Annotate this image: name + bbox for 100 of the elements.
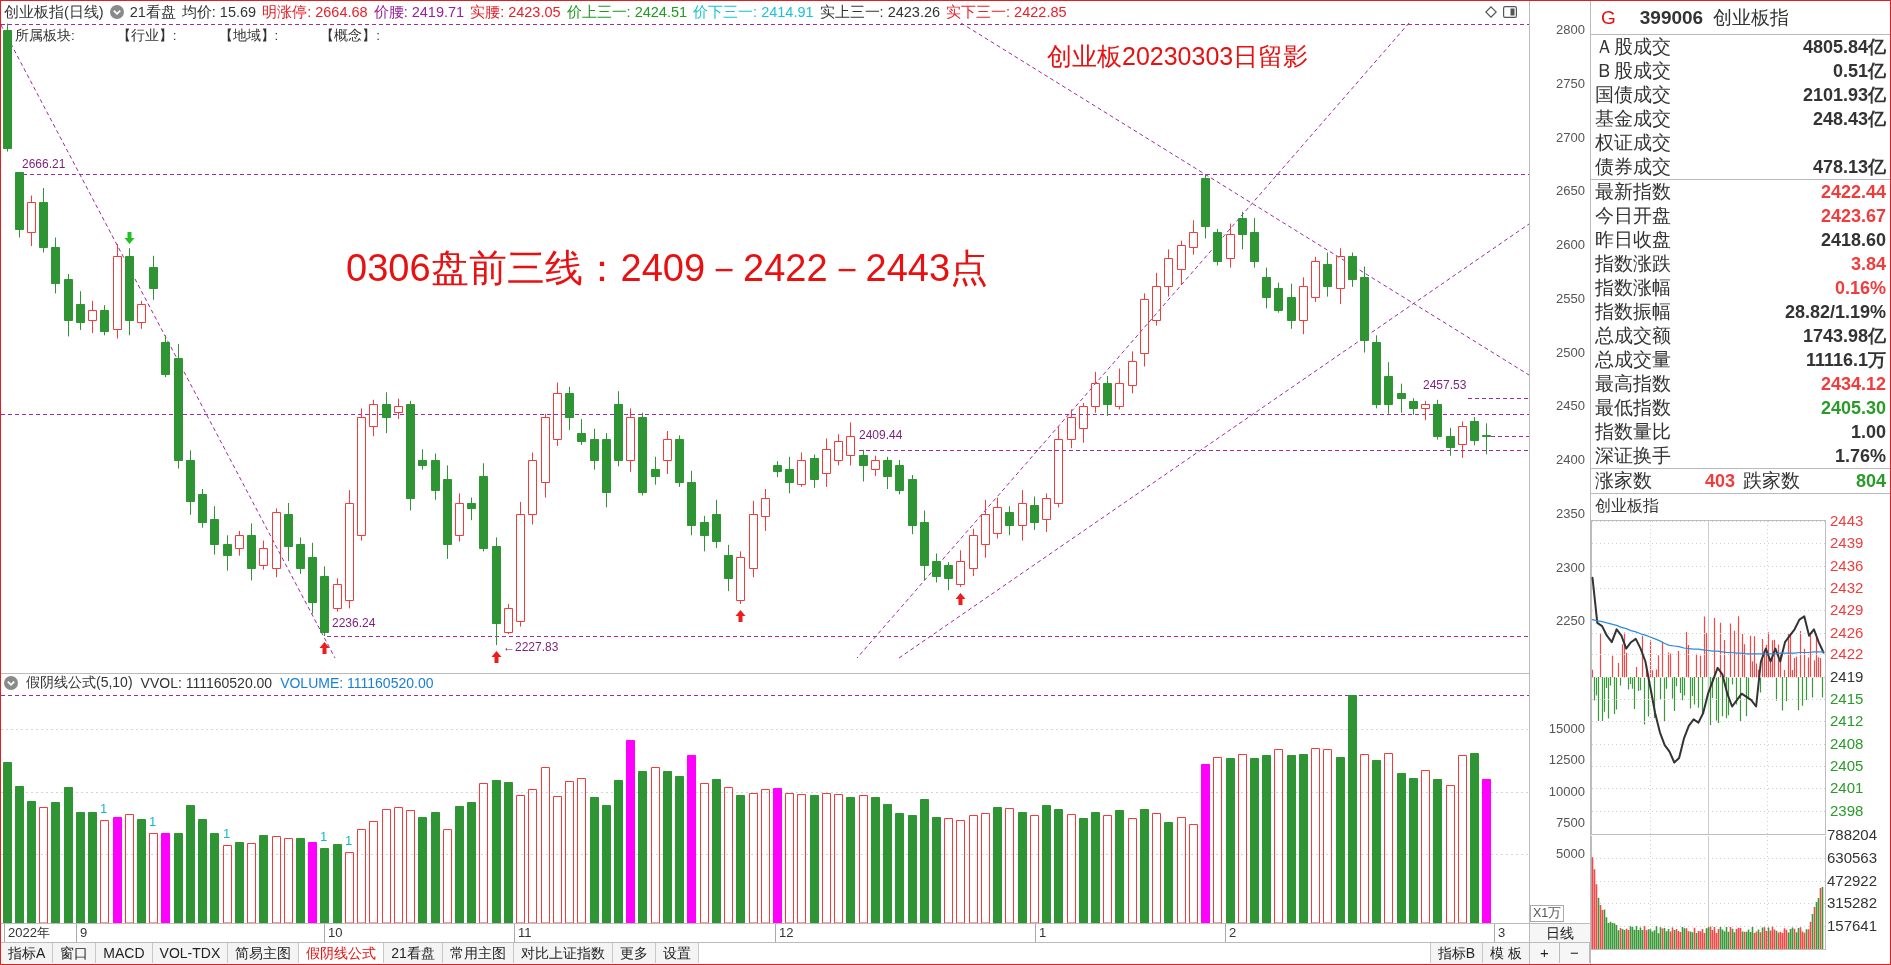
field-value: 2434.12 bbox=[1820, 373, 1886, 395]
axis-label: 2422 bbox=[1830, 645, 1864, 663]
field-label: 最新指数 bbox=[1595, 180, 1671, 204]
field-value: 0.16% bbox=[1834, 277, 1886, 299]
axis-label: 2405 bbox=[1830, 757, 1864, 775]
indicator-tab[interactable]: VOL-TDX bbox=[152, 943, 229, 963]
month-label: 9 bbox=[76, 924, 88, 942]
indicator-value: 价下三一: 2414.91 bbox=[693, 2, 814, 22]
indicator-tab[interactable]: 指标B bbox=[1429, 943, 1483, 963]
field-label: 国债成交 bbox=[1595, 83, 1671, 107]
market-marker: G bbox=[1601, 6, 1616, 29]
down-arrow-icon bbox=[124, 232, 135, 244]
indicator-value: 明涨停: 2664.68 bbox=[262, 2, 368, 22]
axis-label: 472922 bbox=[1827, 872, 1878, 890]
indicator-tab[interactable]: 对比上证指数 bbox=[513, 943, 613, 963]
unit-label: X1万 bbox=[1530, 905, 1565, 922]
indicator-tab[interactable]: 常用主图 bbox=[442, 943, 514, 963]
zoom-out-button[interactable]: − bbox=[1560, 943, 1590, 963]
dropdown-icon[interactable] bbox=[4, 675, 18, 690]
indicator-legend: VOLUME: 111160520.00 bbox=[280, 674, 434, 691]
field-value: 4805.84亿 bbox=[1802, 36, 1886, 59]
field-label: 债券成交 bbox=[1595, 155, 1671, 179]
field-label: 基金成交 bbox=[1595, 107, 1671, 131]
up-arrow-icon bbox=[319, 642, 330, 654]
field-label: Ａ股成交 bbox=[1595, 35, 1671, 59]
chart-title: 创业板指 bbox=[1595, 495, 1659, 516]
field-value: 2101.93亿 bbox=[1802, 84, 1886, 107]
month-label: 10 bbox=[324, 924, 343, 942]
field-value: 2423.67 bbox=[1820, 205, 1886, 227]
field-value: 2422.44 bbox=[1820, 181, 1886, 203]
axis-label: 12500 bbox=[1548, 752, 1585, 768]
axis-label: 2412 bbox=[1830, 712, 1864, 730]
field-value: 1743.98亿 bbox=[1802, 325, 1886, 348]
price-annotation: 2236.24 bbox=[332, 616, 376, 631]
indicator-value: 价腰: 2419.71 bbox=[373, 2, 465, 22]
field-value: 478.13亿 bbox=[1812, 156, 1886, 179]
zoom-in-button[interactable]: + bbox=[1530, 943, 1560, 963]
axis-label: 2429 bbox=[1830, 601, 1864, 619]
indicator-value: 价上三一: 2424.51 bbox=[566, 2, 688, 22]
sector-label: 所属板块: bbox=[15, 27, 75, 45]
axis-label: 2350 bbox=[1556, 506, 1585, 522]
axis-label: 2400 bbox=[1556, 452, 1585, 468]
indicator-tab[interactable]: 指标A bbox=[1, 943, 54, 963]
field-label: 最高指数 bbox=[1595, 372, 1671, 396]
diamond-icon[interactable] bbox=[1485, 6, 1497, 18]
panel-toggle-icon[interactable] bbox=[1503, 6, 1517, 18]
signal-marker: 1 bbox=[223, 826, 231, 841]
sector-label: 【概念】: bbox=[320, 27, 381, 45]
advancers-label: 涨家数 bbox=[1595, 469, 1653, 493]
field-value: 2405.30 bbox=[1820, 397, 1886, 419]
field-label: Ｂ股成交 bbox=[1595, 59, 1671, 83]
chart-note: 0306盘前三线：2409－2422－2443点 bbox=[346, 246, 989, 291]
indicator-tab[interactable]: 设置 bbox=[655, 943, 699, 963]
field-label: 总成交量 bbox=[1595, 348, 1671, 372]
up-arrow-icon bbox=[491, 651, 502, 663]
indicator-value: 均价: 15.69 bbox=[181, 2, 257, 22]
price-annotation: ←2227.83 bbox=[503, 640, 559, 655]
decliners-label: 跌家数 bbox=[1743, 469, 1801, 493]
indicator-legend: VVOL: 111160520.00 bbox=[140, 674, 273, 691]
axis-label: 2500 bbox=[1556, 345, 1585, 361]
field-label: 今日开盘 bbox=[1595, 204, 1671, 228]
axis-label: 2426 bbox=[1830, 624, 1864, 642]
axis-label: 2650 bbox=[1556, 183, 1585, 199]
indicator-tab[interactable]: 更多 bbox=[612, 943, 656, 963]
chart-caption: 创业板20230303日留影 bbox=[1047, 41, 1309, 71]
axis-label: 2443 bbox=[1830, 512, 1864, 530]
axis-label: 7500 bbox=[1556, 815, 1585, 831]
axis-label: 2300 bbox=[1556, 560, 1585, 576]
field-label: 昨日收盘 bbox=[1595, 228, 1671, 252]
price-level-line bbox=[1490, 436, 1529, 437]
axis-label: 630563 bbox=[1827, 849, 1878, 867]
field-label: 指数振幅 bbox=[1595, 300, 1671, 324]
indicator-tab[interactable]: 模 板 bbox=[1482, 943, 1529, 963]
field-value: 11116.1万 bbox=[1805, 349, 1886, 372]
chart-title: 创业板指(日线) bbox=[4, 2, 104, 22]
index-code: 399006 bbox=[1639, 6, 1704, 29]
axis-label: 2439 bbox=[1830, 534, 1864, 552]
month-label: 1 bbox=[1035, 924, 1047, 942]
index-name: 创业板指 bbox=[1713, 5, 1790, 30]
up-arrow-icon bbox=[735, 610, 746, 622]
axis-label: 2436 bbox=[1830, 557, 1864, 575]
axis-label: 15000 bbox=[1548, 721, 1585, 737]
field-value: 1.00 bbox=[1850, 421, 1886, 443]
indicator-tab[interactable]: 窗口 bbox=[53, 943, 97, 963]
axis-label: 788204 bbox=[1827, 826, 1878, 844]
period-tab[interactable]: 日线 bbox=[1530, 923, 1590, 942]
dropdown-icon[interactable] bbox=[109, 5, 124, 19]
month-label: 3 bbox=[1494, 924, 1506, 942]
indicator-tab[interactable]: MACD bbox=[96, 943, 153, 963]
field-label: 指数量比 bbox=[1595, 420, 1671, 444]
axis-label: 2419 bbox=[1830, 668, 1864, 686]
axis-label: 315282 bbox=[1827, 894, 1878, 912]
axis-label: 2700 bbox=[1556, 130, 1585, 146]
indicator-tab[interactable]: 简易主图 bbox=[228, 943, 300, 963]
field-label: 最低指数 bbox=[1595, 396, 1671, 420]
price-annotation: 2457.53 bbox=[1423, 378, 1467, 393]
field-label: 总成交额 bbox=[1595, 324, 1671, 348]
month-label: 12 bbox=[775, 924, 794, 942]
month-label: 2 bbox=[1225, 924, 1237, 942]
indicator-tab[interactable]: 21看盘 bbox=[384, 943, 443, 963]
